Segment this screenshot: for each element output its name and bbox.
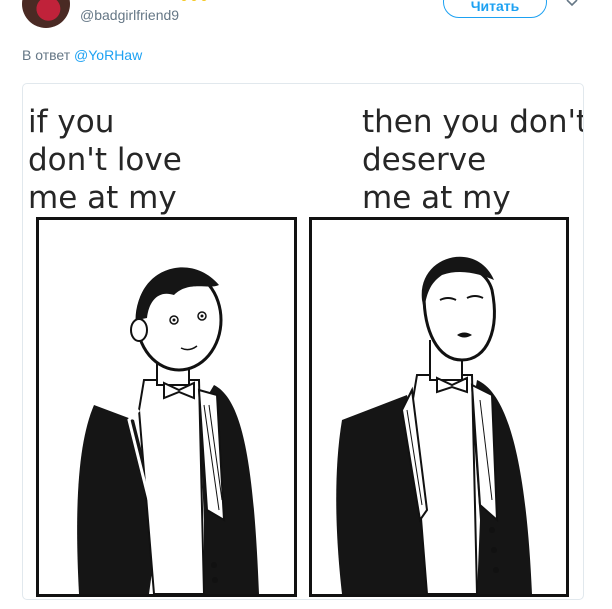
meme-caption-left: if you don't love me at my — [28, 104, 182, 216]
dapper-man-illustration — [336, 256, 532, 594]
reply-context: В ответ @YoRHaw — [22, 47, 142, 63]
user-handle[interactable]: @badgirlfriend9 — [80, 7, 179, 23]
meme-caption-right: then you don't deserve me at my — [362, 104, 584, 216]
reply-mention-link[interactable]: @YoRHaw — [74, 47, 142, 63]
tweet-media[interactable]: if you don't love me at my then you don'… — [22, 83, 584, 600]
comic-panel-left — [36, 217, 297, 597]
follow-button[interactable]: Читать — [443, 0, 547, 18]
tweet-header: @badgirlfriend9 Читать — [0, 0, 612, 40]
cartoon-man-illustration — [77, 267, 259, 594]
avatar[interactable] — [22, 0, 70, 28]
reply-prefix: В ответ — [22, 47, 71, 63]
emoji-strip — [181, 0, 207, 1]
chevron-down-icon[interactable] — [565, 0, 579, 8]
comic-panel-right — [309, 217, 569, 597]
